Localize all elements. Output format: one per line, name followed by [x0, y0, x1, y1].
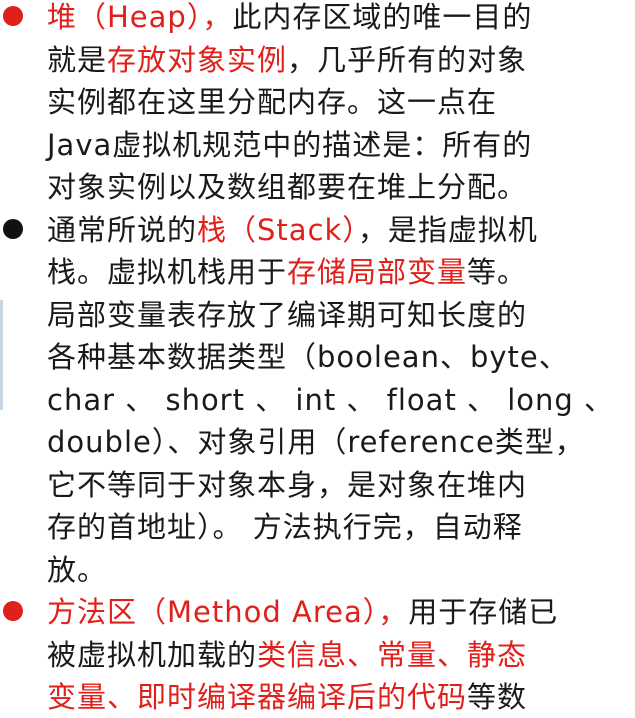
highlight-text: 变量、即时编译器编译后的代码 [47, 680, 468, 714]
body-text: char 、 short 、 int 、 float 、 long 、 [47, 382, 615, 417]
highlight-text: 存储局部变量 [287, 255, 468, 289]
body-text: 被虚拟机加载的 [47, 637, 258, 672]
body-text: ，是指虚拟机 [357, 212, 538, 247]
body-text: 栈。虚拟机栈用于 [47, 255, 288, 289]
text-line: 它不等同于对象本身，是对象在堆内 [47, 464, 527, 506]
text-line: 放。 [47, 549, 107, 591]
body-text: 存的首地址）。 方法执行完，自动释 [47, 510, 523, 544]
body-text: 通常所说的 [47, 212, 198, 247]
highlight-text: 存放对象实例 [107, 42, 288, 77]
body-text: 放。 [47, 552, 108, 587]
highlight-text: 栈（Stack） [197, 212, 358, 247]
bullet-dot-icon [3, 6, 23, 26]
text-line: 被虚拟机加载的类信息、常量、静态 [47, 634, 527, 676]
text-line: 变量、即时编译器编译后的代码等数 [47, 676, 527, 718]
bullet-dot-icon [3, 601, 23, 621]
body-text: 它不等同于对象本身，是对象在堆内 [47, 467, 528, 502]
highlight-text: 类信息、常量、静态 [257, 637, 528, 672]
highlight-text: 堆（Heap）， [47, 0, 233, 34]
body-text: double）、对象引用（reference类型， [47, 425, 585, 459]
body-text: 此内存区域的唯一目的 [232, 0, 533, 34]
body-text: 局部变量表存放了编译期可知长度的 [47, 297, 528, 332]
bullet-dot-icon [3, 218, 23, 239]
text-line: 对象实例以及数组都要在堆上分配。 [47, 166, 527, 208]
body-text: ，几乎所有的对象 [287, 42, 528, 77]
body-text: 实例都在这里分配内存。这一点在 [47, 85, 498, 119]
body-text: Java虚拟机规范中的描述是：所有的 [47, 127, 533, 162]
body-text: 对象实例以及数组都要在堆上分配。 [47, 170, 528, 204]
text-line: 就是存放对象实例，几乎所有的对象 [47, 39, 527, 81]
body-text: 各种基本数据类型（boolean、byte、 [47, 340, 569, 374]
text-line: 各种基本数据类型（boolean、byte、 [47, 336, 569, 378]
highlight-text: 方法区（Method Area）， [47, 595, 409, 629]
text-line: 方法区（Method Area），用于存储已 [47, 591, 558, 633]
text-line: double）、对象引用（reference类型， [47, 421, 585, 463]
text-line: Java虚拟机规范中的描述是：所有的 [47, 124, 532, 166]
text-line: 存的首地址）。 方法执行完，自动释 [47, 506, 523, 548]
text-line: 实例都在这里分配内存。这一点在 [47, 81, 497, 123]
body-text: 就是 [47, 42, 108, 77]
text-line: 通常所说的栈（Stack），是指虚拟机 [47, 209, 538, 251]
slide: 堆（Heap），此内存区域的唯一目的 就是存放对象实例，几乎所有的对象 实例都在这里… [0, 0, 635, 714]
text-line: 局部变量表存放了编译期可知长度的 [47, 294, 527, 336]
body-text: 等。 [467, 255, 528, 289]
text-line: char 、 short 、 int 、 float 、 long 、 [47, 379, 614, 421]
text-line: 堆（Heap），此内存区域的唯一目的 [47, 0, 532, 38]
text-line: 栈。虚拟机栈用于存储局部变量等。 [47, 251, 527, 293]
body-text: 等数 [467, 680, 528, 714]
left-edge-decoration [0, 300, 3, 410]
body-text: 用于存储已 [408, 595, 559, 629]
